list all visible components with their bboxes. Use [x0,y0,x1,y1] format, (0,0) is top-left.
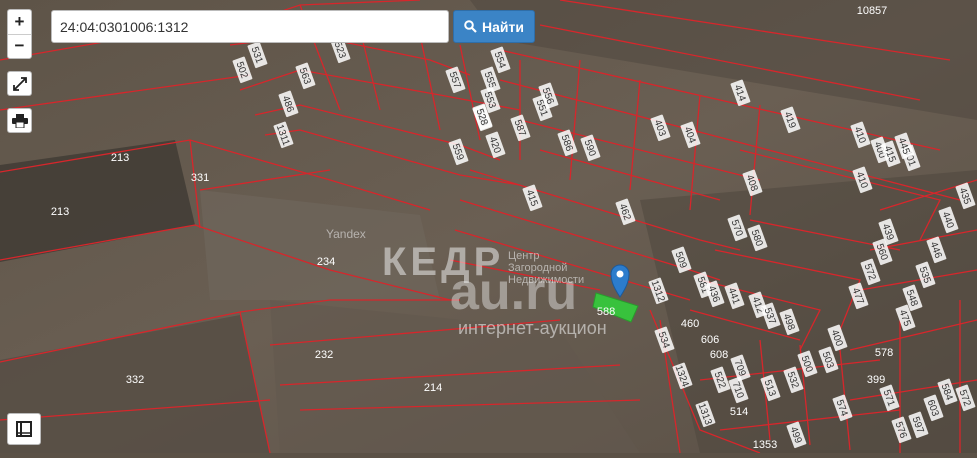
parcel-label: 578 [875,347,893,359]
expand-icon [12,76,27,91]
parcel-label: 213 [111,152,129,164]
find-button[interactable]: Найти [453,10,535,43]
parcel-number: 399 [867,374,885,386]
map-canvas[interactable]: 2132133312342323322141085753150248613115… [0,0,977,454]
parcel-number: 1353 [753,439,777,451]
parcel-label: 608 [710,349,728,361]
field-patch [640,170,977,453]
zoom-control: + − [7,9,32,59]
print-button[interactable] [7,108,32,133]
search-icon [464,20,477,33]
parcel-number: 606 [701,334,719,346]
parcel-label: 232 [315,349,333,361]
parcel-number: 514 [730,406,748,418]
parcel-number: 10857 [857,5,888,17]
parcel-number: 234 [317,256,335,268]
print-icon [11,113,28,128]
parcel-label: 213 [51,206,69,218]
parcel-number: 588 [597,306,615,318]
parcel-number: 232 [315,349,333,361]
parcel-label: 460 [681,318,699,330]
parcel-number: 332 [126,374,144,386]
satellite-map[interactable]: 213 213 331 234 232 332 214 10857 531 502 486 1311 5… [0,0,977,454]
parcel-label: 332 [126,374,144,386]
zoom-in-button[interactable]: + [8,10,31,35]
parcel-number: 213 [51,206,69,218]
book-icon [16,421,32,437]
parcel-label: 588 [597,306,615,318]
parcel-number: 608 [710,349,728,361]
fullscreen-button[interactable] [7,71,32,96]
parcel-number: 213 [111,152,129,164]
yandex-attribution: Yandex [326,227,366,241]
layers-button[interactable] [7,413,41,445]
parcel-label: 10857 [857,5,888,17]
watermark-tagline: интернет-аукцион [458,318,607,338]
parcel-number: 331 [191,172,209,184]
parcel-label: 514 [730,406,748,418]
parcel-label: 399 [867,374,885,386]
parcel-label: 1353 [753,439,777,451]
watermark-center-line1: Центр [508,250,540,262]
parcel-label: 331 [191,172,209,184]
parcel-label: 234 [317,256,335,268]
parcel-number: 578 [875,347,893,359]
zoom-out-button[interactable]: − [8,35,31,59]
parcel-number: 460 [681,318,699,330]
watermark-site: au.ru [450,263,578,321]
find-button-label: Найти [482,18,524,35]
parcel-label: 214 [424,382,442,394]
parcel-label: 606 [701,334,719,346]
cadastral-search-input[interactable] [51,10,449,43]
parcel-number: 214 [424,382,442,394]
